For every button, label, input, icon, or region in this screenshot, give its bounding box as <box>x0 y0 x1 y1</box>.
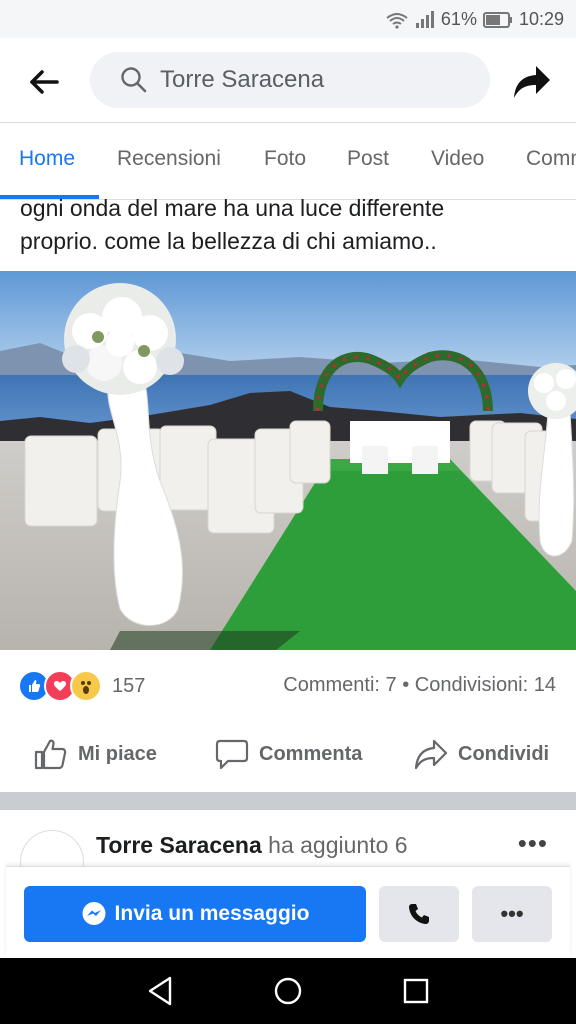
messenger-icon <box>82 902 106 925</box>
tab-recensioni[interactable]: Recensioni <box>117 147 221 171</box>
share-label: Condividi <box>458 742 550 765</box>
post-options-button[interactable]: ••• <box>518 828 548 859</box>
next-post-title: Torre Saracena ha aggiunto 6 <box>96 832 408 859</box>
back-arrow-icon <box>30 70 59 94</box>
wedding-photo <box>0 271 576 650</box>
send-message-button[interactable]: Invia un messaggio <box>24 886 366 942</box>
wow-icon <box>70 670 102 702</box>
share-arrow-icon <box>514 66 550 98</box>
comment-count[interactable]: Commenti: 7 <box>283 674 396 696</box>
count-separator: • <box>402 674 410 696</box>
share-icon <box>414 739 448 770</box>
bottom-action-bar: Invia un messaggio ••• <box>6 866 570 957</box>
search-input[interactable]: Torre Saracena <box>90 52 490 108</box>
comment-button[interactable]: Commenta <box>215 738 362 770</box>
page-tabs: Home Recensioni Foto Post Video Comm <box>0 122 576 200</box>
next-post-header: Torre Saracena ha aggiunto 6 ••• <box>0 810 576 894</box>
post-text: ogni onda del mare ha una luce different… <box>20 192 560 258</box>
back-button[interactable] <box>22 60 66 104</box>
share-page-button[interactable] <box>508 58 556 106</box>
share-button[interactable]: Condividi <box>414 738 549 770</box>
battery-icon <box>482 11 512 28</box>
tab-community[interactable]: Comm <box>526 147 576 171</box>
engagement-counts[interactable]: Commenti: 7 • Condivisioni: 14 <box>283 674 556 697</box>
search-value: Torre Saracena <box>160 66 325 93</box>
android-navigation-bar <box>0 958 576 1024</box>
home-circle-icon[interactable] <box>271 974 305 1008</box>
post-action-text: ha aggiunto 6 <box>268 832 408 858</box>
battery-percent: 61% <box>440 9 477 29</box>
tab-post[interactable]: Post <box>347 147 389 171</box>
like-label: Mi piace <box>78 742 157 765</box>
back-triangle-icon[interactable] <box>144 974 178 1008</box>
phone-icon <box>409 904 429 924</box>
thumbs-up-icon <box>34 739 67 770</box>
post-photo[interactable] <box>0 271 576 650</box>
reactions-summary[interactable]: 157 <box>18 670 145 702</box>
recents-square-icon[interactable] <box>399 974 433 1008</box>
like-button[interactable]: Mi piace <box>34 738 157 770</box>
page-name-link[interactable]: Torre Saracena <box>96 832 262 858</box>
reaction-count: 157 <box>112 674 146 697</box>
comment-label: Commenta <box>259 742 363 765</box>
send-message-label: Invia un messaggio <box>114 902 310 925</box>
search-icon <box>121 67 147 93</box>
post-text-line: ogni onda del mare ha una luce different… <box>20 195 445 221</box>
post-actions: Mi piace Commenta Condividi <box>0 724 576 788</box>
app-header: Torre Saracena <box>0 38 576 122</box>
tab-video[interactable]: Video <box>431 147 484 171</box>
wifi-icon <box>386 12 408 29</box>
more-options-button[interactable]: ••• <box>472 886 552 942</box>
clock: 10:29 <box>518 9 564 29</box>
share-count[interactable]: Condivisioni: 14 <box>415 674 556 696</box>
comment-icon <box>215 739 249 770</box>
tab-foto[interactable]: Foto <box>264 147 306 171</box>
status-bar: 61% 10:29 <box>0 0 576 38</box>
signal-icon <box>415 11 434 28</box>
post-text-line: proprio. come la bellezza di chi amiamo.… <box>20 228 437 254</box>
tab-home[interactable]: Home <box>19 147 75 171</box>
feed-divider <box>0 792 576 810</box>
call-button[interactable] <box>379 886 459 942</box>
